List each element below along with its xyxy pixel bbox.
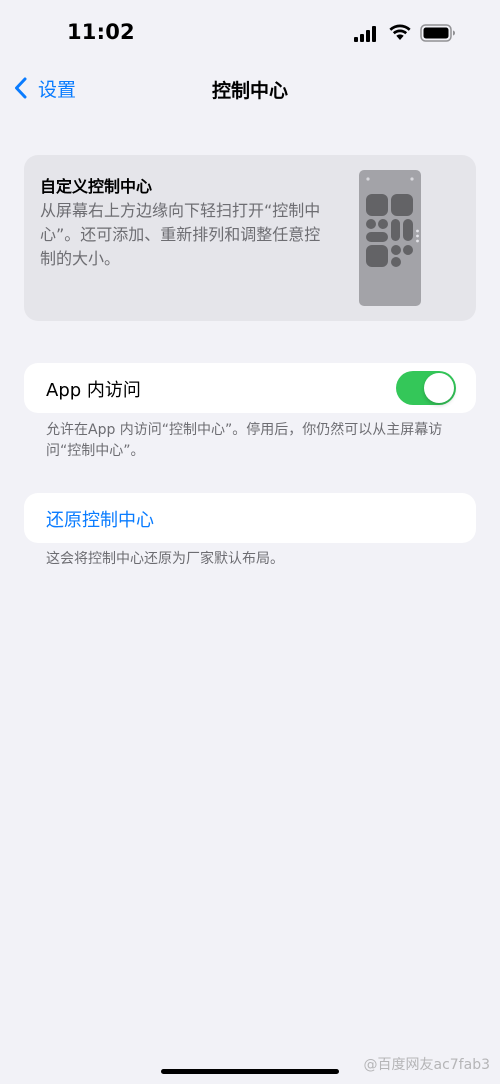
customize-info-card: 自定义控制中心 从屏幕右上方边缘向下轻扫打开“控制中心”。还可添加、重新排列和调… xyxy=(24,155,476,321)
reset-control-center-row[interactable]: 还原控制中心 xyxy=(24,493,476,543)
navigation-bar: 设置 控制中心 xyxy=(0,66,500,110)
cellular-signal-icon xyxy=(354,26,380,42)
status-time: 11:02 xyxy=(67,20,135,44)
info-card-title: 自定义控制中心 xyxy=(40,177,153,196)
in-app-access-row: App 内访问 xyxy=(24,363,476,413)
wifi-icon xyxy=(388,22,412,42)
status-bar: 11:02 xyxy=(0,0,500,66)
control-center-phone-illustration xyxy=(359,170,421,306)
page-title: 控制中心 xyxy=(211,80,288,102)
toggle-knob xyxy=(424,373,454,403)
in-app-access-footnote: 允许在App 内访问“控制中心”。停用后，你仍然可以从主屏幕访问“控制中心”。 xyxy=(46,422,443,459)
in-app-access-toggle[interactable] xyxy=(396,371,456,405)
watermark: @百度网友ac7fab3 xyxy=(363,1057,491,1073)
info-card-description: 从屏幕右上方边缘向下轻扫打开“控制中心”。还可添加、重新排列和调整任意控制的大小… xyxy=(40,201,321,268)
reset-control-center-button[interactable]: 还原控制中心 xyxy=(46,506,154,532)
home-indicator[interactable] xyxy=(161,1069,339,1074)
battery-icon xyxy=(420,24,456,42)
in-app-access-label: App 内访问 xyxy=(46,380,141,401)
reset-footnote: 这会将控制中心还原为厂家默认布局。 xyxy=(46,551,284,567)
